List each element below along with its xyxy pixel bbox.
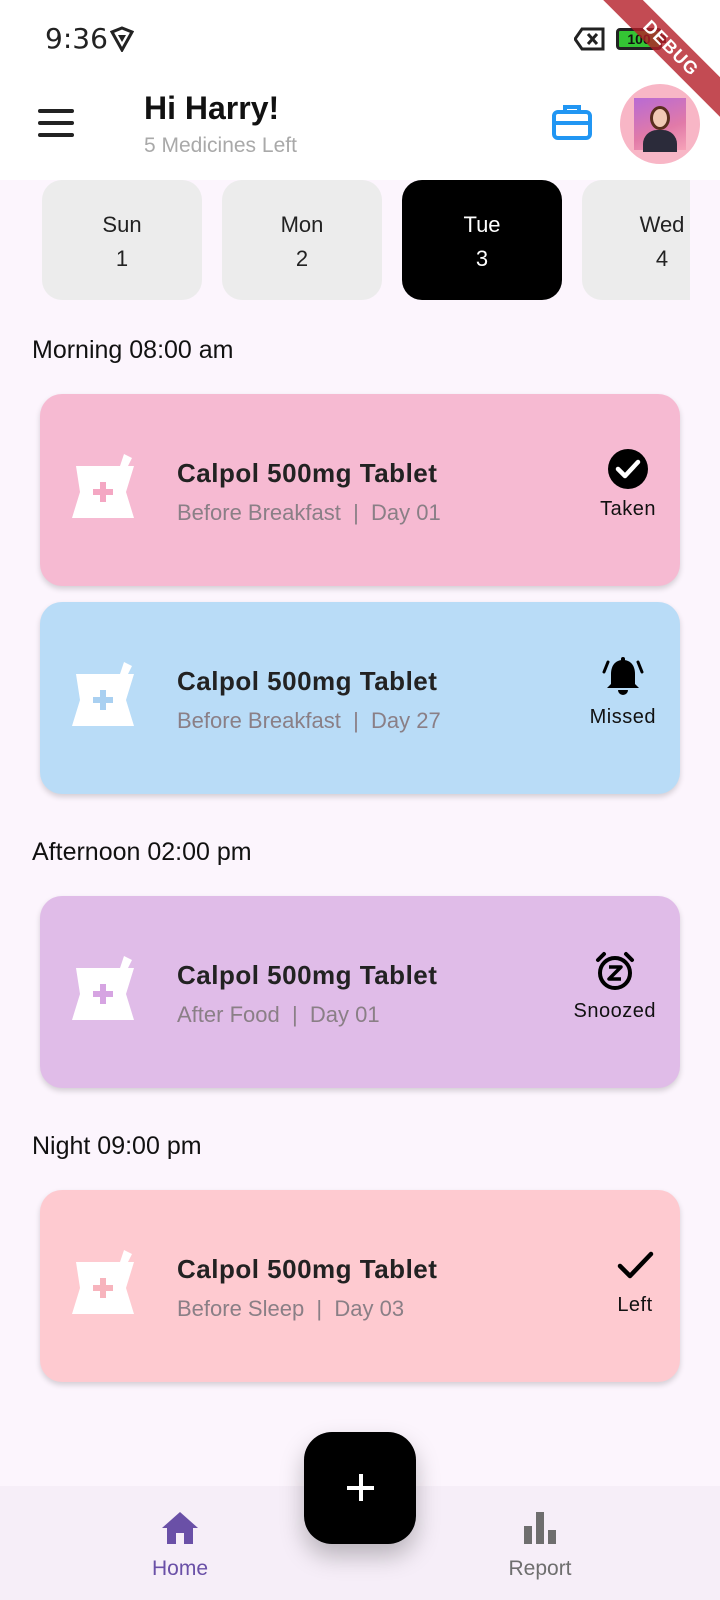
nav-report[interactable]: Report	[480, 1510, 600, 1581]
status-label: Taken	[600, 498, 656, 520]
medicine-kit-icon[interactable]	[551, 102, 593, 142]
medicine-details: Before Breakfast | Day 27	[177, 708, 441, 733]
status-bar: 9:36 100	[0, 0, 720, 78]
day-mon[interactable]: Mon 2	[222, 180, 382, 300]
check-icon	[617, 1251, 654, 1279]
day-name: Wed	[639, 212, 685, 237]
day-wed[interactable]: Wed 4	[582, 180, 690, 300]
day-number: 3	[475, 246, 489, 271]
day-tue[interactable]: Tue 3	[402, 180, 562, 300]
no-sim-icon	[574, 27, 605, 51]
menu-icon[interactable]	[38, 109, 74, 137]
medicine-timing: After Food	[177, 1002, 280, 1027]
pill-bottle-icon	[72, 454, 134, 518]
medicine-card[interactable]: Calpol 500mg Tablet Before Breakfast | D…	[40, 394, 680, 586]
pill-bottle-icon	[72, 956, 134, 1020]
status-time: 9:36	[45, 22, 108, 55]
medicine-name: Calpol 500mg Tablet	[177, 1254, 438, 1284]
app-bar: Hi Harry! 5 Medicines Left	[0, 78, 720, 180]
day-number: 1	[115, 246, 129, 271]
status-label: Left	[617, 1294, 653, 1316]
medicine-day: Day 03	[334, 1296, 405, 1321]
pill-bottle-icon	[72, 1250, 134, 1314]
day-sun[interactable]: Sun 1	[42, 180, 202, 300]
nav-home[interactable]: Home	[120, 1510, 240, 1581]
medicine-details: Before Sleep | Day 03	[177, 1296, 405, 1321]
medicine-timing: Before Sleep	[177, 1296, 305, 1321]
day-name: Mon	[280, 212, 324, 237]
day-name: Sun	[102, 212, 142, 237]
pill-bottle-icon	[72, 662, 134, 726]
section-title-morning: Morning 08:00 am	[32, 336, 234, 364]
medicine-day: Day 01	[371, 500, 441, 525]
medicine-name: Calpol 500mg Tablet	[177, 960, 438, 990]
nav-report-label: Report	[508, 1557, 572, 1580]
nav-home-label: Home	[151, 1557, 209, 1580]
day-selector: Sun 1 Mon 2 Tue 3 Wed 4	[42, 180, 690, 300]
section-title-night: Night 09:00 pm	[32, 1132, 202, 1160]
day-name: Tue	[463, 212, 501, 237]
medicine-card[interactable]: Calpol 500mg Tablet Before Breakfast | D…	[40, 602, 680, 794]
greeting-title: Hi Harry!	[144, 90, 280, 126]
snooze-alarm-icon	[595, 952, 634, 990]
status-label: Snoozed	[573, 1000, 656, 1022]
medicine-details: Before Breakfast | Day 01	[177, 500, 441, 525]
medicine-status[interactable]: Missed	[590, 656, 656, 729]
medicine-name: Calpol 500mg Tablet	[177, 666, 438, 696]
medicine-details: After Food | Day 01	[177, 1002, 380, 1027]
medicine-status[interactable]: Taken	[600, 448, 656, 521]
medicine-status[interactable]: Left	[614, 1244, 656, 1317]
medicine-timing: Before Breakfast	[177, 708, 341, 733]
medicine-status[interactable]: Snoozed	[574, 950, 656, 1023]
medicine-timing: Before Breakfast	[177, 500, 341, 525]
section-title-afternoon: Afternoon 02:00 pm	[32, 838, 252, 866]
profile-avatar[interactable]	[620, 84, 700, 164]
medicine-card[interactable]: Calpol 500mg Tablet After Food | Day 01 …	[40, 896, 680, 1088]
bell-icon	[602, 657, 644, 695]
home-icon	[162, 1512, 198, 1544]
medicine-day: Day 27	[371, 708, 441, 733]
day-number: 2	[295, 246, 309, 271]
medicine-name: Calpol 500mg Tablet	[177, 458, 438, 488]
check-circle-icon	[608, 449, 649, 489]
medicine-card[interactable]: Calpol 500mg Tablet Before Sleep | Day 0…	[40, 1190, 680, 1382]
medicines-left-subtitle: 5 Medicines Left	[144, 134, 297, 157]
status-label: Missed	[589, 706, 656, 728]
vpn-shield-icon	[110, 26, 134, 52]
add-medicine-button[interactable]	[304, 1432, 416, 1544]
medicine-day: Day 01	[309, 1002, 380, 1027]
day-number: 4	[655, 246, 669, 271]
bar-chart-icon	[524, 1512, 556, 1544]
